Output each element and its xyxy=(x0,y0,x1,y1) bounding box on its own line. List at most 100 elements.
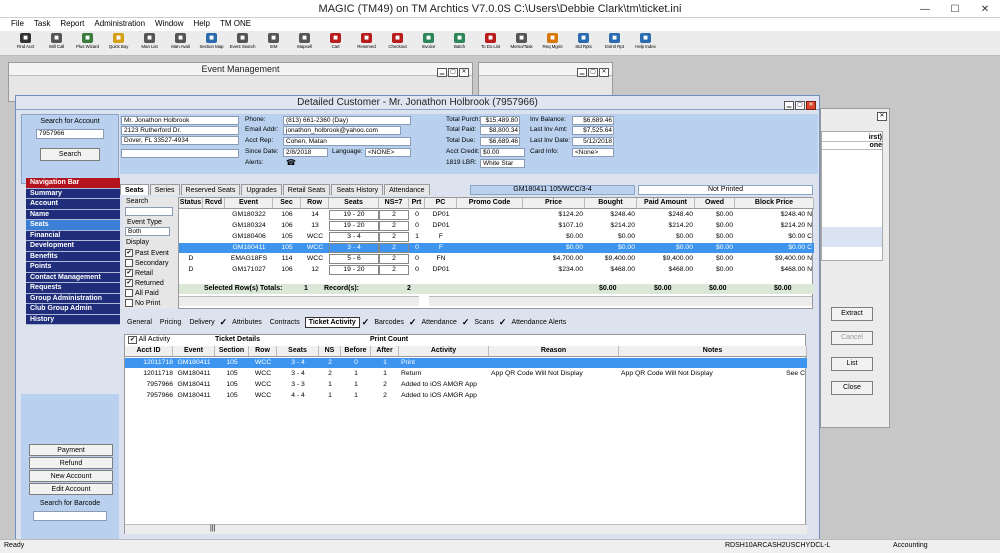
search-button[interactable]: Search xyxy=(40,148,100,161)
tab-seats[interactable]: Seats xyxy=(120,184,149,195)
nav-item-requests[interactable]: Requests xyxy=(26,283,120,294)
close-button[interactable]: Close xyxy=(831,381,873,395)
nav-item-contact-management[interactable]: Contact Management xyxy=(26,272,120,283)
close-icon[interactable]: ✕ xyxy=(806,101,816,110)
close-icon[interactable]: ✕ xyxy=(459,68,469,77)
activity-col-header[interactable]: Acct ID xyxy=(125,346,173,356)
seats-col-header[interactable]: Status xyxy=(179,198,203,208)
customer-name-field[interactable]: Mr. Jonathon Holbrook xyxy=(121,116,239,125)
toolbar-button-mapsell[interactable]: ■ Mapsell xyxy=(289,31,320,56)
activity-grid-scrollbar[interactable]: ||| xyxy=(125,524,807,534)
toolbar-button-will-call[interactable]: ■ Will Call xyxy=(41,31,72,56)
tab-contracts[interactable]: Contracts xyxy=(267,318,303,327)
toolbar-button-find-acct[interactable]: ■ Find Acct xyxy=(10,31,41,56)
toolbar-button-to-do-list[interactable]: ■ To Do List xyxy=(475,31,506,56)
activity-col-header[interactable]: NS xyxy=(319,346,341,356)
edit-account-button[interactable]: Edit Account xyxy=(29,483,113,495)
seats-col-header[interactable]: Event xyxy=(225,198,273,208)
seats-col-header[interactable]: Promo Code xyxy=(457,198,523,208)
activity-col-header[interactable]: Seats xyxy=(277,346,319,356)
table-row[interactable]: 12011718 GM180411 105 WCC 3 - 4 2 1 1 Return App … xyxy=(125,369,807,379)
account-credit-field[interactable]: $0.00 xyxy=(480,148,525,157)
tab-attendance[interactable]: Attendance xyxy=(384,184,430,195)
toolbar-button-man-avail[interactable]: ■ Man Avail xyxy=(165,31,196,56)
seats-col-header[interactable]: Seats xyxy=(329,198,379,208)
alerts-icon[interactable]: ☎ xyxy=(286,158,296,167)
activity-col-header[interactable]: Activity xyxy=(399,346,489,356)
nav-item-name[interactable]: Name xyxy=(26,209,120,220)
table-row[interactable]: 7957966 GM180411 105 WCC 4 - 4 1 1 2 Added to iO… xyxy=(125,391,807,401)
minimize-icon[interactable]: ▁ xyxy=(577,68,587,77)
toolbar-button-invoice[interactable]: ■ Invoice xyxy=(413,31,444,56)
tab-attendance-alerts[interactable]: Attendance Alerts xyxy=(508,318,569,327)
tab-pricing[interactable]: Pricing xyxy=(157,318,184,327)
toolbar-button-checkout[interactable]: ■ Checkout xyxy=(382,31,413,56)
tab-scans[interactable]: Scans xyxy=(471,318,496,327)
nav-item-points[interactable]: Points xyxy=(26,262,120,273)
seats-col-header[interactable]: Block Price xyxy=(735,198,814,208)
seats-col-header[interactable]: Rcvd xyxy=(203,198,225,208)
tab-delivery[interactable]: Delivery xyxy=(186,318,217,327)
minimize-icon[interactable]: — xyxy=(910,0,940,18)
tab-retail-seats[interactable]: Retail Seats xyxy=(282,184,331,195)
toolbar-button-event-search[interactable]: ■ Event Search xyxy=(227,31,258,56)
tab-attributes[interactable]: Attributes xyxy=(229,318,265,327)
seats-col-header[interactable]: Price xyxy=(523,198,585,208)
new-account-button[interactable]: New Account xyxy=(29,470,113,482)
account-search-input[interactable]: 7957966 xyxy=(36,129,104,139)
display-option-all-paid[interactable]: All Paid xyxy=(125,288,169,298)
seats-col-header[interactable]: Bought xyxy=(585,198,637,208)
table-row[interactable]: GM180406 105 WCC 3 - 4 2 1 F $0.00 $0.00 $0.00 $0.… xyxy=(179,232,814,242)
display-option-retail[interactable]: ✔ Retail xyxy=(125,268,169,278)
checkbox[interactable] xyxy=(125,259,133,267)
activity-col-header[interactable]: Section xyxy=(215,346,249,356)
seats-grid-scrollbar-right[interactable] xyxy=(429,296,812,306)
maximize-icon[interactable]: ▢ xyxy=(795,101,805,110)
toolbar-button-reserved[interactable]: ■ Reserved xyxy=(351,31,382,56)
tab-seats-history[interactable]: Seats History xyxy=(331,184,384,195)
tab-barcodes[interactable]: Barcodes xyxy=(371,318,407,327)
nav-item-account[interactable]: Account xyxy=(26,199,120,210)
nav-item-club-group-admin[interactable]: Club Group Admin xyxy=(26,304,120,315)
city-state-zip-field[interactable]: Dover, FL 33527-4934 xyxy=(121,136,239,145)
table-row[interactable]: 7957966 GM180411 105 WCC 3 - 3 1 1 2 Added to iO… xyxy=(125,380,807,390)
table-row[interactable]: D EMAG18FS 114 WCC 5 - 6 2 0 FN $4,700.00 $9,400.… xyxy=(179,254,814,264)
checkbox[interactable]: ✔ xyxy=(125,249,133,257)
table-row[interactable]: 12011718 GM180411 105 WCC 3 - 4 2 0 1 Print xyxy=(125,358,807,368)
tab-upgrades[interactable]: Upgrades xyxy=(241,184,282,195)
close-icon[interactable]: ✕ xyxy=(970,0,1000,18)
toolbar-button-batch[interactable]: ■ Batch xyxy=(444,31,475,56)
display-option-returned[interactable]: ✔ Returned xyxy=(125,278,169,288)
toolbar-button-help-index[interactable]: ■ Help Index xyxy=(630,31,661,56)
table-row[interactable]: D GM171027 106 12 19 - 20 2 0 DP01 $234.00 $468.0… xyxy=(179,265,814,275)
toolbar-button-quick-buy[interactable]: ■ Quick Buy xyxy=(103,31,134,56)
display-option-secondary[interactable]: Secondary xyxy=(125,258,169,268)
seats-col-header[interactable]: PC xyxy=(425,198,457,208)
nav-item-financial[interactable]: Financial xyxy=(26,230,120,241)
maximize-icon[interactable]: ▢ xyxy=(448,68,458,77)
address-line-field[interactable]: 2123 Rutherford Dr. xyxy=(121,126,239,135)
seats-col-header[interactable]: NS=7 xyxy=(379,198,409,208)
toolbar-button-memo-task[interactable]: ■ Memo/Task xyxy=(506,31,537,56)
toolbar-button-man-list[interactable]: ■ Man List xyxy=(134,31,165,56)
table-row[interactable]: GM180322 106 14 19 - 20 2 0 DP01 $124.20 $248.40… xyxy=(179,210,814,220)
nav-item-seats[interactable]: Seats xyxy=(26,220,120,231)
toolbar-button-cart[interactable]: ■ Cart xyxy=(320,31,351,56)
activity-col-header[interactable]: After xyxy=(371,346,399,356)
toolbar-button-req-mgmt[interactable]: ■ Req Mgmt xyxy=(537,31,568,56)
activity-col-header[interactable]: Notes xyxy=(619,346,807,356)
display-option-no-print[interactable]: No Print xyxy=(125,298,169,308)
cancel-button[interactable]: Cancel xyxy=(831,331,873,345)
seats-search-input[interactable] xyxy=(125,207,173,216)
seats-grid-scrollbar-left[interactable] xyxy=(179,296,419,306)
checkbox[interactable] xyxy=(125,299,133,307)
since-date-field[interactable]: 2/8/2018 xyxy=(283,148,328,157)
table-row[interactable]: GM180411 105 WCC 3 - 4 2 0 F $0.00 $0.00 $0.00 $0.… xyxy=(179,243,814,253)
checkbox[interactable]: ✔ xyxy=(125,269,133,277)
language-field[interactable]: <NONE> xyxy=(365,148,411,157)
payment-button[interactable]: Payment xyxy=(29,444,113,456)
menu-item-file[interactable]: File xyxy=(6,18,29,31)
maximize-icon[interactable]: ☐ xyxy=(940,0,970,18)
right-list[interactable]: irst) one xyxy=(821,131,883,261)
all-activity-checkbox[interactable]: ✔ xyxy=(128,336,138,344)
